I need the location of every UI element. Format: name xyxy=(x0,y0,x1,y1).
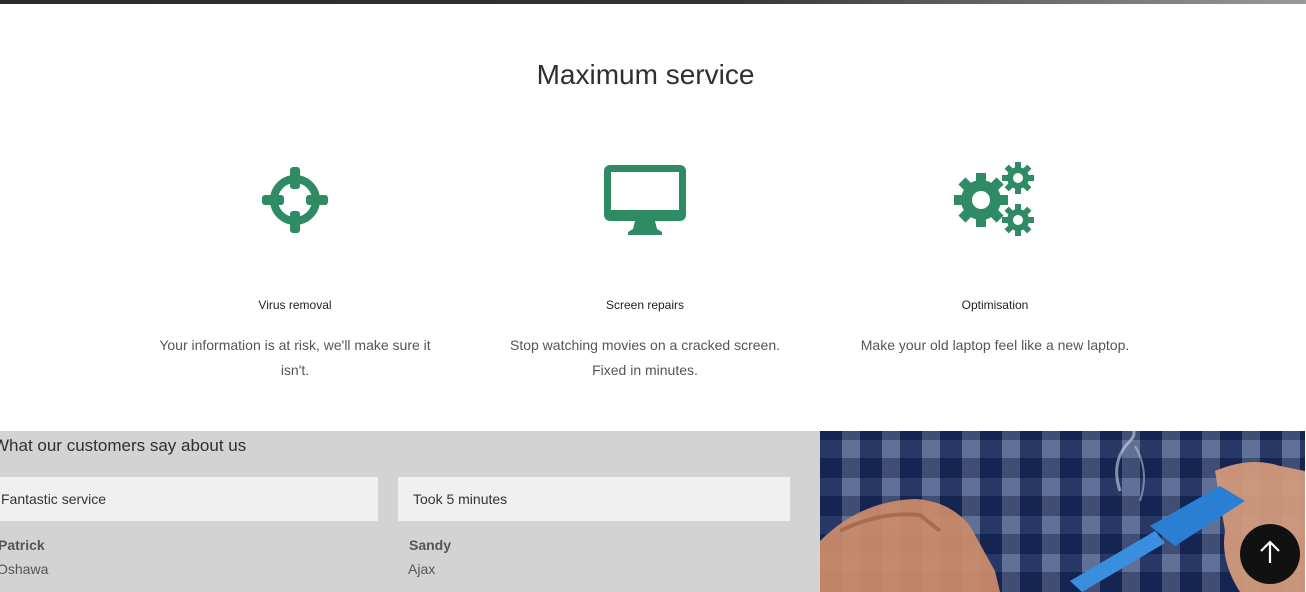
crosshair-icon xyxy=(145,150,445,250)
service-title: Optimisation xyxy=(961,298,1029,312)
customer-name: Patrick xyxy=(0,537,45,553)
service-title: Virus removal xyxy=(258,298,332,312)
top-bar xyxy=(0,0,1306,4)
testimonial-quote: Took 5 minutes xyxy=(398,477,790,521)
customer-city: Ajax xyxy=(408,561,436,577)
service-description: Stop watching movies on a cracked screen… xyxy=(509,337,781,378)
service-description: Your information is at risk, we'll make … xyxy=(159,337,431,378)
service-screen-repairs: Screen repairs Stop watching movies on a… xyxy=(495,150,795,383)
service-description: Make your old laptop feel like a new lap… xyxy=(860,337,1130,353)
arrow-up-icon xyxy=(1259,539,1281,569)
gears-icon xyxy=(845,150,1145,250)
testimonials-heading: What our customers say about us xyxy=(0,436,247,455)
service-virus-removal: Virus removal Your information is at ris… xyxy=(145,150,445,383)
testimonial-quote: Fantastic service xyxy=(0,477,378,521)
soldering-photo xyxy=(820,431,1305,592)
scroll-to-top-button[interactable] xyxy=(1240,524,1300,584)
service-optimisation: Optimisation Make your old laptop feel l… xyxy=(845,150,1145,358)
section-title: Maximum service xyxy=(536,59,755,90)
monitor-icon xyxy=(495,150,795,250)
customer-name: Sandy xyxy=(409,537,452,553)
customer-city: Oshawa xyxy=(0,561,49,577)
service-title: Screen repairs xyxy=(605,298,685,312)
testimonials-section: What our customers say about us Fantasti… xyxy=(0,431,820,592)
